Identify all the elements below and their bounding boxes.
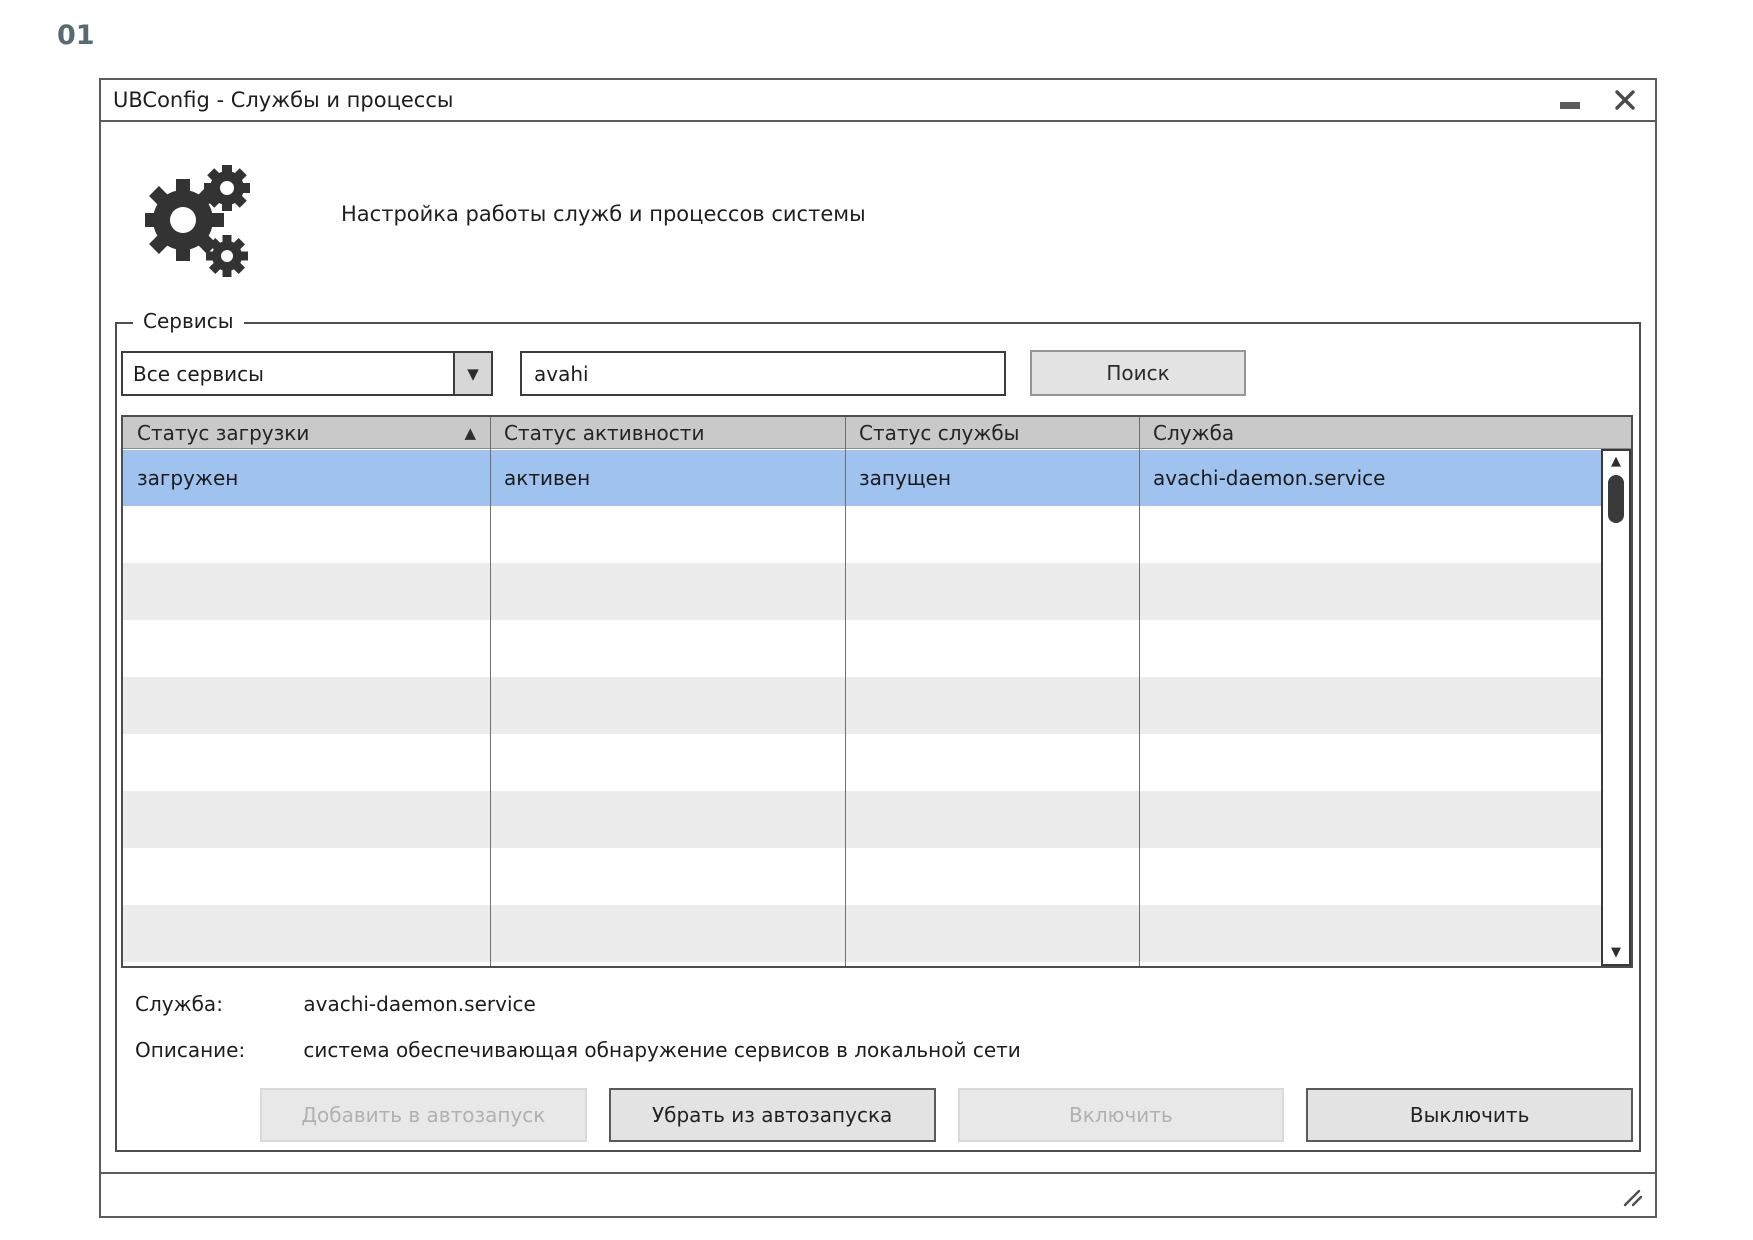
search-input[interactable]: [520, 351, 1006, 396]
groupbox-label: Сервисы: [133, 309, 244, 333]
table-empty-rows: [123, 506, 1601, 966]
window-title: UBConfig - Службы и процессы: [113, 88, 453, 112]
window-controls: [1557, 86, 1639, 114]
minimize-icon: [1560, 102, 1580, 109]
table-scrollbar[interactable]: ▲ ▼: [1601, 449, 1631, 966]
sort-ascending-icon: ▲: [464, 424, 476, 442]
cell-service: avachi-daemon.service: [1139, 450, 1601, 506]
detail-description-value: система обеспечивающая обнаружение серви…: [303, 1038, 1020, 1062]
close-icon: [1613, 88, 1637, 112]
enable-service-button: Включить: [958, 1088, 1285, 1142]
screenshot-canvas: 01 UBConfig - Службы и процессы: [0, 0, 1753, 1240]
column-header-active-status[interactable]: Статус активности: [490, 417, 845, 448]
close-button[interactable]: [1611, 86, 1639, 114]
column-divider: [1139, 417, 1140, 966]
chevron-down-icon: ▼: [467, 365, 479, 383]
column-divider: [845, 417, 846, 966]
disable-service-button[interactable]: Выключить: [1306, 1088, 1633, 1142]
figure-label: 01: [57, 20, 95, 51]
scrollbar-thumb[interactable]: [1608, 475, 1624, 523]
services-gears-icon: [145, 162, 257, 278]
services-table: Статус загрузки ▲ Статус активности Стат…: [121, 415, 1633, 968]
scroll-up-icon[interactable]: ▲: [1603, 455, 1629, 468]
detail-service-value: avachi-daemon.service: [303, 992, 535, 1016]
column-divider: [490, 417, 491, 966]
detail-description-row: Описание: система обеспечивающая обнаруж…: [135, 1038, 1021, 1062]
window-titlebar: UBConfig - Службы и процессы: [101, 80, 1655, 122]
search-button[interactable]: Поиск: [1030, 350, 1246, 396]
column-header-service-status[interactable]: Статус службы: [845, 417, 1139, 448]
column-header-service[interactable]: Служба: [1139, 417, 1631, 448]
action-buttons-row: Добавить в автозапуск Убрать из автозапу…: [260, 1088, 1633, 1142]
minimize-button[interactable]: [1557, 86, 1583, 114]
dropdown-selected-value: Все сервисы: [123, 353, 453, 394]
remove-from-autostart-button[interactable]: Убрать из автозапуска: [609, 1088, 936, 1142]
dropdown-arrow-button[interactable]: ▼: [453, 353, 491, 394]
column-header-label: Статус службы: [859, 421, 1019, 445]
cell-active-status: активен: [490, 450, 845, 506]
cell-load-status: загружен: [123, 450, 490, 506]
detail-description-label: Описание:: [135, 1038, 297, 1062]
column-header-label: Служба: [1153, 421, 1234, 445]
column-header-load-status[interactable]: Статус загрузки ▲: [123, 417, 490, 448]
app-description: Настройка работы служб и процессов систе…: [341, 202, 866, 226]
add-to-autostart-button: Добавить в автозапуск: [260, 1088, 587, 1142]
column-header-label: Статус активности: [504, 421, 704, 445]
table-header-row: Статус загрузки ▲ Статус активности Стат…: [123, 417, 1631, 449]
table-row-selected[interactable]: загружен активен запущен avachi-daemon.s…: [123, 450, 1601, 506]
column-header-label: Статус загрузки: [137, 421, 309, 445]
detail-service-label: Служба:: [135, 992, 297, 1016]
resize-grip-icon[interactable]: [1619, 1186, 1645, 1208]
detail-service-row: Служба: avachi-daemon.service: [135, 992, 536, 1016]
scroll-down-icon[interactable]: ▼: [1603, 946, 1629, 959]
status-bar: [101, 1172, 1655, 1216]
cell-service-status: запущен: [845, 450, 1139, 506]
service-filter-dropdown[interactable]: Все сервисы ▼: [121, 351, 493, 396]
ubconfig-window: UBConfig - Службы и процессы: [99, 78, 1657, 1218]
services-groupbox: Сервисы Все сервисы ▼ Поиск Статус загру…: [115, 322, 1641, 1152]
